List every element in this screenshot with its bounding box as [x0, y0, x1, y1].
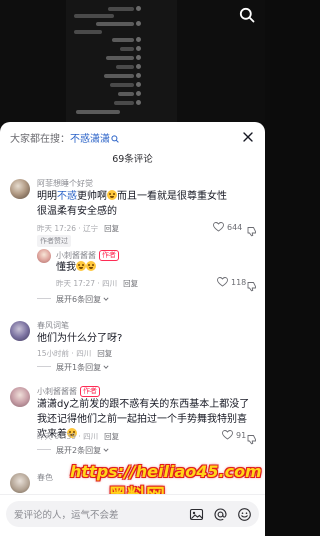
avatar[interactable] [10, 179, 30, 199]
avatar[interactable] [10, 387, 30, 407]
comment-time: 昨天 17:26 · 辽宁 [37, 224, 99, 233]
like-button[interactable]: 644 [213, 222, 242, 232]
emoji-icon [76, 261, 86, 271]
chat-bubble [96, 22, 134, 26]
comment-text-part: 明明 [37, 191, 57, 202]
reply-button[interactable]: 回复 [97, 349, 112, 358]
chat-avatar [136, 21, 141, 26]
chat-bubble [74, 14, 114, 18]
chat-bubble [116, 65, 134, 69]
expand-replies-button[interactable]: 展开1条回复 [37, 362, 109, 373]
emoji-icon[interactable] [237, 507, 252, 522]
comment-username[interactable]: 阿菲想睡个好觉 [37, 178, 93, 189]
comment-text: 明明不惑更帅啊 而且一看就是很尊重女性很温柔有安全感的 [37, 189, 227, 219]
expand-label: 展开6条回复 [56, 295, 102, 304]
image-icon[interactable] [189, 507, 204, 522]
chat-bubble [110, 83, 134, 87]
chat-bubble [104, 74, 134, 78]
reply-button[interactable]: 回复 [123, 279, 138, 288]
chat-bubble [106, 56, 134, 60]
like-button[interactable]: 118 [217, 277, 246, 287]
reply-button[interactable]: 回复 [104, 432, 119, 441]
comment-text-part: 更帅啊 [77, 191, 107, 202]
like-count: 118 [231, 278, 247, 287]
comment-username[interactable]: 春色 [37, 472, 53, 483]
dislike-icon[interactable] [246, 277, 257, 292]
comment-meta: 15小时前 · 四川 回复 [37, 348, 112, 359]
heart-icon [213, 222, 224, 232]
comment-input-placeholder: 爱评论的人，运气不会差 [14, 510, 119, 521]
search-icon [111, 135, 119, 143]
username-text: 小刺酱酱酱 [56, 251, 96, 260]
heart-icon [217, 277, 228, 287]
comment-meta: 昨天 01:39 · 四川 回复 [37, 431, 119, 442]
comment-time: 昨天 01:39 · 四川 [37, 432, 99, 441]
avatar[interactable] [10, 321, 30, 341]
chat-bubble [74, 30, 102, 34]
chat-avatar [136, 55, 141, 60]
comment-text: 懂我 [56, 260, 96, 275]
chat-avatar [136, 82, 141, 87]
comment-count: 69条评论 [112, 154, 153, 165]
chat-bubble [112, 38, 134, 42]
chat-avatar [136, 37, 141, 42]
comment-time: 15小时前 · 四川 [37, 349, 92, 358]
chat-bubble [120, 47, 134, 51]
chat-avatar [136, 100, 141, 105]
emoji-icon [86, 261, 96, 271]
reply-button[interactable]: 回复 [104, 224, 119, 233]
dislike-icon[interactable] [246, 430, 257, 445]
chevron-down-icon [103, 363, 109, 369]
comment-input-bar: 爱评论的人，运气不会差 [0, 494, 265, 536]
chat-bubble [76, 110, 120, 114]
chat-bubble [108, 7, 134, 11]
suggestion-keyword[interactable]: 不惑潇潇 [70, 134, 110, 145]
like-count: 644 [227, 223, 243, 232]
heart-icon [222, 430, 233, 440]
chat-avatar [136, 46, 141, 51]
chat-avatar [136, 91, 141, 96]
comment-meta: 昨天 17:26 · 辽宁 回复 [37, 223, 119, 234]
expand-replies-button[interactable]: 展开2条回复 [37, 445, 109, 456]
comment-text: 他们为什么分了呀? [37, 333, 123, 344]
comment-meta: 昨天 17:27 · 四川 回复 [56, 278, 138, 289]
comment-keyword-link[interactable]: 不惑 [57, 191, 77, 202]
chat-avatar [136, 6, 141, 11]
dislike-icon[interactable] [246, 222, 257, 237]
suggestion-prefix: 大家都在搜： [10, 134, 70, 145]
avatar[interactable] [37, 249, 51, 263]
chat-bubble [114, 101, 134, 105]
close-icon[interactable] [241, 129, 255, 143]
like-count: 91 [236, 431, 247, 440]
watermark-url: https://heiliao45.com [70, 462, 262, 481]
chat-avatar [136, 73, 141, 78]
comment-time: 昨天 17:27 · 四川 [56, 279, 118, 288]
author-badge: 作者 [80, 386, 100, 397]
author-liked-tag: 作者赞过 [37, 235, 71, 247]
expand-label: 展开2条回复 [56, 446, 102, 455]
comment-username[interactable]: 春风词笔 [37, 320, 69, 331]
expand-replies-button[interactable]: 展开6条回复 [37, 294, 109, 305]
chat-bubble [118, 92, 134, 96]
avatar[interactable] [10, 473, 30, 493]
chevron-down-icon [103, 295, 109, 301]
like-button[interactable]: 91 [222, 430, 246, 440]
comment-text-part: 懂我 [56, 262, 76, 273]
comment-input[interactable]: 爱评论的人，运气不会差 [6, 501, 259, 527]
comment-username[interactable]: 小刺酱酱酱 作者 [37, 386, 100, 397]
emoji-icon [107, 190, 117, 200]
at-icon[interactable] [213, 507, 228, 522]
username-text: 小刺酱酱酱 [37, 387, 77, 396]
chat-avatar [136, 64, 141, 69]
author-badge: 作者 [99, 250, 119, 261]
search-suggestion[interactable]: 大家都在搜：不惑潇潇 [10, 130, 119, 145]
search-icon[interactable] [239, 7, 255, 23]
video-frame [66, 0, 177, 122]
video-player[interactable] [0, 0, 265, 122]
chevron-down-icon [103, 446, 109, 452]
expand-label: 展开1条回复 [56, 363, 102, 372]
